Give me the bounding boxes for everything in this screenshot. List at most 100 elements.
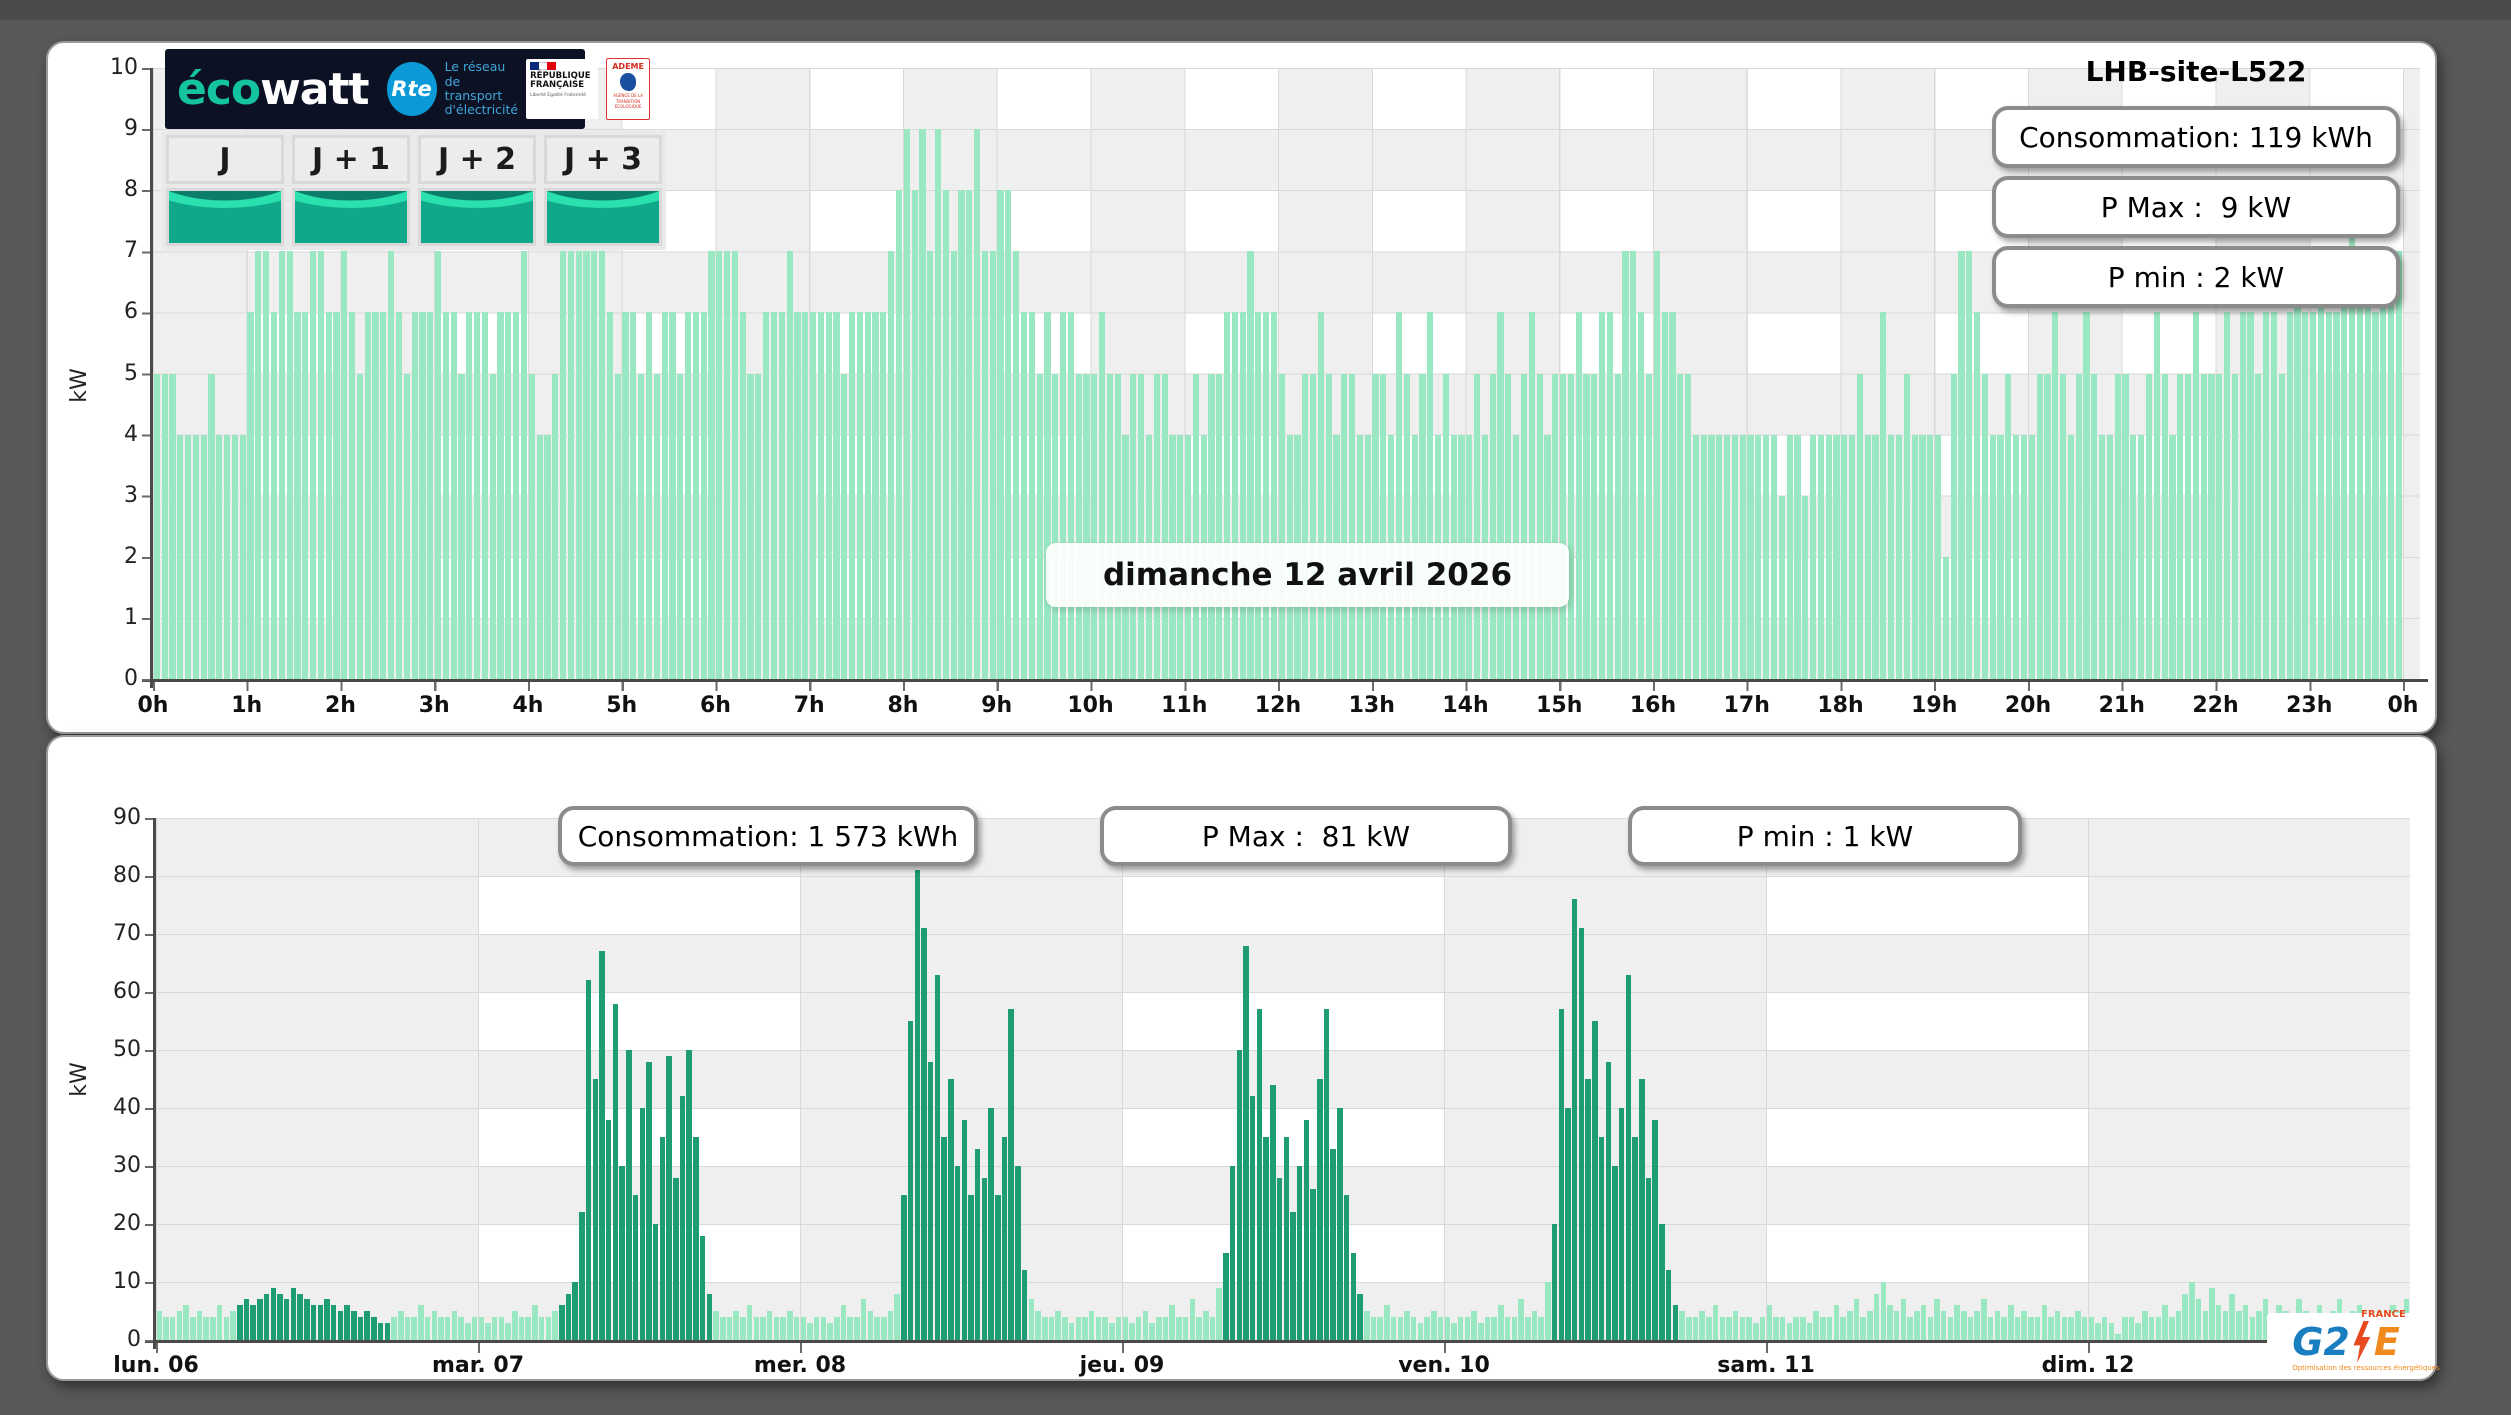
bar — [263, 251, 269, 679]
bar — [344, 1305, 350, 1340]
bar — [962, 1120, 968, 1340]
bar — [338, 1311, 344, 1340]
bar — [1874, 1294, 1880, 1340]
weekly-chart-plot-area[interactable] — [156, 818, 2410, 1340]
bar — [1136, 1317, 1142, 1340]
weekly-consumption-box: Consommation: 1 573 kWh — [558, 806, 978, 866]
bar — [1982, 374, 1988, 680]
bar — [1149, 1323, 1155, 1340]
bar — [1069, 1323, 1075, 1340]
bar — [857, 312, 863, 679]
bar — [1129, 1323, 1135, 1340]
bar — [988, 1108, 994, 1340]
bar — [733, 1311, 739, 1340]
bar — [1438, 1317, 1444, 1340]
bar — [458, 1317, 464, 1340]
bar — [2365, 251, 2371, 679]
bar — [2115, 374, 2121, 680]
bar — [662, 312, 668, 679]
window-top-strip — [0, 0, 2511, 20]
bar — [183, 1305, 189, 1340]
bar — [1701, 435, 1707, 679]
bar — [896, 190, 902, 679]
bar — [2154, 312, 2160, 679]
tab-day-j-plus-1[interactable]: J + 1 — [292, 135, 410, 246]
bar — [1478, 1323, 1484, 1340]
bar — [279, 251, 285, 679]
bar — [995, 1195, 1001, 1340]
bar — [2372, 312, 2378, 679]
tab-label: J + 3 — [544, 135, 662, 184]
bar — [1732, 435, 1738, 679]
bar — [1391, 1317, 1397, 1340]
bar — [928, 1062, 934, 1340]
bar — [1318, 312, 1324, 679]
bar — [2341, 251, 2347, 679]
bar — [2255, 374, 2261, 680]
weekly-x-ticks — [156, 1343, 2414, 1353]
bar — [1458, 1317, 1464, 1340]
bar — [640, 1108, 646, 1340]
bar — [499, 1317, 505, 1340]
bar — [1337, 1108, 1343, 1340]
bar — [419, 312, 425, 679]
bar — [388, 251, 394, 679]
bar — [854, 1317, 860, 1340]
daily-y-tick-label: 1 — [92, 605, 138, 630]
bar — [630, 312, 636, 679]
bar — [372, 312, 378, 679]
bar — [1115, 374, 1121, 680]
bar — [2083, 312, 2089, 679]
bar — [1049, 1317, 1055, 1340]
bar — [1109, 1323, 1115, 1340]
bar — [1834, 1305, 1840, 1340]
bar — [802, 312, 808, 679]
bar — [1371, 1317, 1377, 1340]
daily-pmax-box: P Max : 9 kW — [1992, 176, 2400, 238]
bar — [1257, 1009, 1263, 1340]
bar — [1521, 374, 1527, 680]
bar — [787, 251, 793, 679]
bar — [810, 312, 816, 679]
g2e-tagline: Optimisation des ressources énergétiques — [2292, 1364, 2439, 1372]
bar — [2001, 1317, 2007, 1340]
bar — [1317, 1079, 1323, 1340]
bar — [1485, 1317, 1491, 1340]
daily-y-tick-label: 2 — [92, 544, 138, 569]
ademe-text: ADEME — [611, 62, 645, 71]
bar — [1538, 1317, 1544, 1340]
bar — [626, 1050, 632, 1340]
bar — [1907, 1317, 1913, 1340]
bar — [1724, 435, 1730, 679]
bar — [1015, 1166, 1021, 1340]
bar — [2037, 374, 2043, 680]
bar — [2138, 435, 2144, 679]
weekly-ylabel: kW — [67, 1062, 92, 1097]
bar — [1677, 374, 1683, 680]
bar — [2287, 312, 2293, 679]
bar — [613, 1004, 619, 1340]
bar — [2095, 1323, 2101, 1340]
tab-day-j[interactable]: J — [166, 135, 284, 246]
bar — [2388, 251, 2394, 679]
bar — [505, 312, 511, 679]
bar — [1154, 374, 1160, 680]
bar — [915, 870, 921, 1340]
bar — [586, 980, 592, 1340]
bar — [1411, 1317, 1417, 1340]
tab-day-j-plus-3[interactable]: J + 3 — [544, 135, 662, 246]
tab-day-j-plus-2[interactable]: J + 2 — [418, 135, 536, 246]
bar — [193, 435, 199, 679]
bar — [1525, 1317, 1531, 1340]
bar — [1130, 374, 1136, 680]
bar — [2201, 374, 2207, 680]
bar — [1820, 1317, 1826, 1340]
bar — [1755, 435, 1761, 679]
bar — [247, 312, 253, 679]
bar — [1807, 1323, 1813, 1340]
bar — [452, 1311, 458, 1340]
bar — [888, 251, 894, 679]
bar — [1380, 374, 1386, 680]
bar — [2196, 1299, 2202, 1340]
bar — [1872, 435, 1878, 679]
